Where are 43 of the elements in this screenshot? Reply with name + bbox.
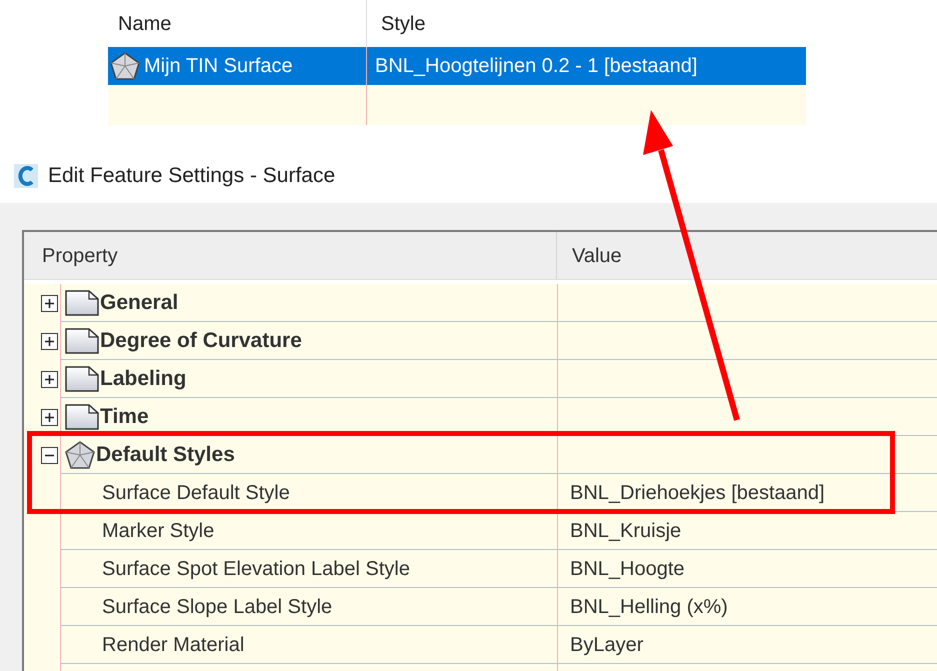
property-name: Surface Slope Label Style (102, 594, 332, 620)
surface-style: BNL_Hoogtelijnen 0.2 - 1 [bestaand] (374, 54, 698, 79)
column-header[interactable]: Value (557, 232, 937, 279)
category-label[interactable]: Default Styles (96, 438, 235, 470)
property-row[interactable]: Surface Spot Elevation Label Style BNL_Hoogte (24, 550, 937, 588)
category-row[interactable]: Labeling (24, 360, 937, 398)
dialog-title: Edit Feature Settings - Surface (48, 163, 336, 189)
property-row[interactable]: Surface Slope Label Style BNL_Helling (x%) (24, 588, 937, 626)
property-value[interactable]: BNL_Driehoekjes [bestaand] (570, 478, 825, 508)
surface-icon (110, 52, 140, 80)
property-row[interactable]: Surface Default Style BNL_Driehoekjes [bestaand] (24, 474, 937, 512)
category-label[interactable]: Degree of Curvature (100, 324, 302, 356)
column-header[interactable]: Style (367, 8, 806, 38)
app-icon (14, 164, 38, 188)
property-value[interactable]: BNL_Hoogte (570, 554, 685, 584)
category-label[interactable]: Labeling (100, 362, 186, 394)
category-row[interactable]: Degree of Curvature (24, 322, 937, 360)
category-label[interactable]: Time (100, 400, 149, 432)
category-row[interactable]: General (24, 284, 937, 322)
category-row[interactable]: Default Styles (24, 436, 937, 474)
page-icon (65, 404, 99, 430)
property-name: Surface Default Style (102, 480, 290, 506)
property-value[interactable]: BNL_Kruisje (570, 516, 682, 546)
column-header[interactable]: Property (24, 232, 557, 279)
expand-icon[interactable] (41, 408, 58, 426)
expand-icon[interactable] (41, 294, 58, 312)
page-icon (65, 328, 99, 354)
property-value[interactable]: ByLayer (570, 630, 644, 660)
property-name: Render Material (102, 632, 244, 658)
collapse-icon[interactable] (41, 446, 58, 464)
surface-name: Mijn TIN Surface (144, 54, 293, 79)
surface-icon (65, 440, 95, 468)
expand-icon[interactable] (41, 332, 58, 350)
property-row[interactable]: Marker Style BNL_Kruisje (24, 512, 937, 550)
surface-row[interactable]: Mijn TIN Surface BNL_Hoogtelijnen 0.2 - 1 [bestaand] (108, 47, 806, 85)
property-name: Surface Spot Elevation Label Style (102, 556, 410, 582)
expand-icon[interactable] (41, 370, 58, 388)
page-icon (65, 366, 99, 392)
page-icon (65, 290, 99, 316)
category-label[interactable]: General (100, 286, 178, 318)
property-value[interactable]: BNL_Helling (x%) (570, 592, 728, 622)
property-row[interactable]: Render Material ByLayer (24, 626, 937, 664)
property-name: Marker Style (102, 518, 214, 544)
